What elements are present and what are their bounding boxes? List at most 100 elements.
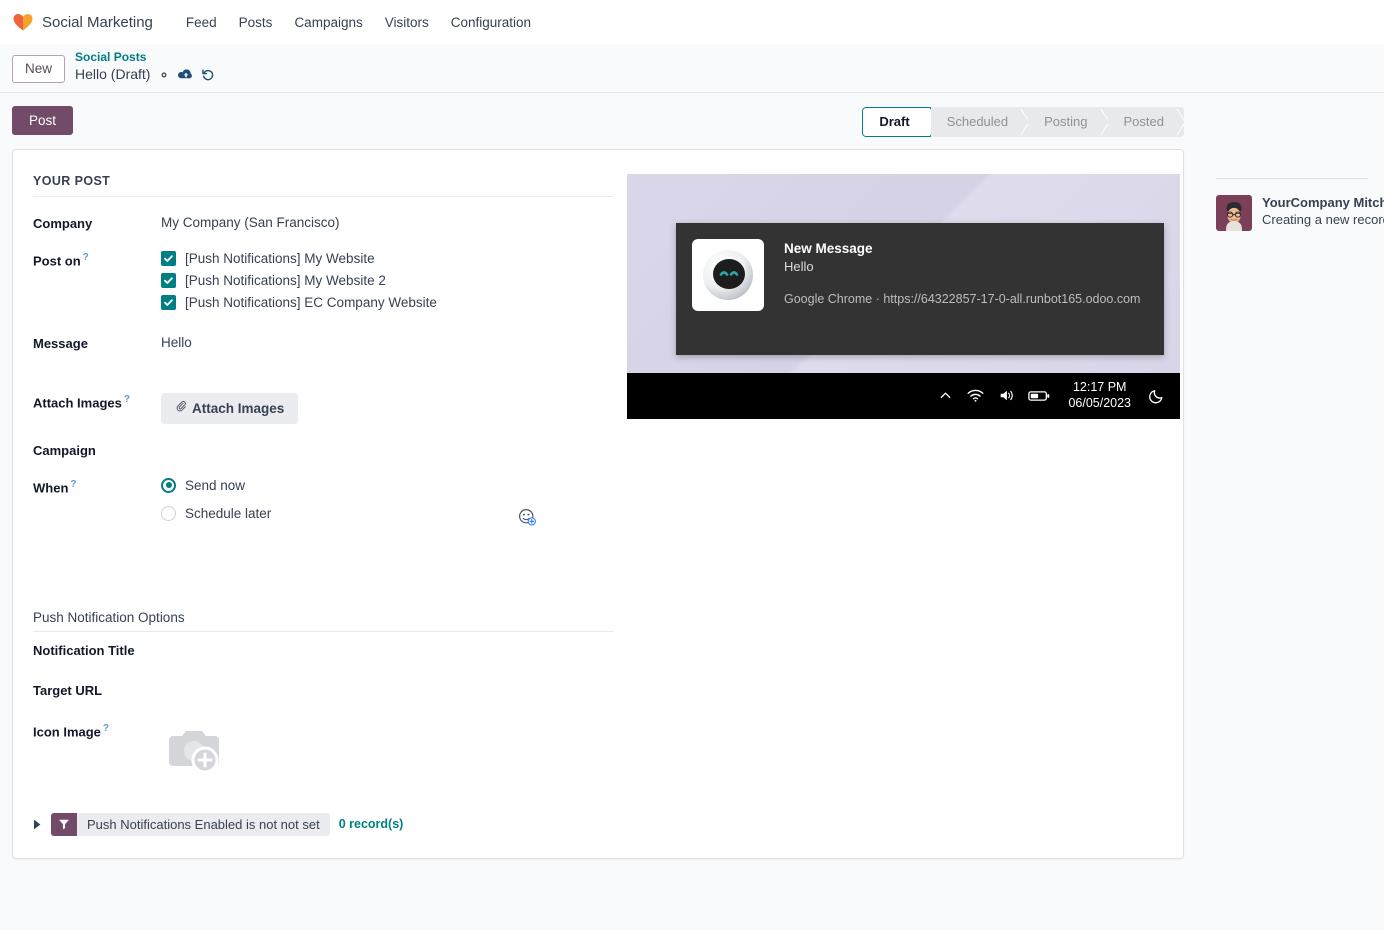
add-emoji-icon[interactable] <box>518 508 538 528</box>
preview-notification-source: Google Chrome · https://64322857-17-0-al… <box>784 291 1141 306</box>
control-panel: New Social Posts Hello (Draft) <box>0 44 1384 93</box>
help-icon-post-on[interactable]: ? <box>83 252 89 263</box>
battery-icon <box>1028 389 1050 403</box>
when-option-send-now-label[interactable]: Send now <box>185 478 245 493</box>
taskbar-date: 06/05/2023 <box>1068 395 1131 410</box>
sheet-wrapper: YOUR POST Company My Company (San Franci… <box>0 148 1384 859</box>
status-step-scheduled[interactable]: Scheduled <box>930 106 1029 137</box>
field-notification-title: Notification Title <box>33 642 613 660</box>
caret-right-icon[interactable] <box>33 819 42 830</box>
filter-strip: Push Notifications Enabled is not not se… <box>33 812 404 836</box>
field-post-on: Post on? [Push Notifications] My Website <box>33 250 613 317</box>
field-target-url-label: Target URL <box>33 682 103 698</box>
app-root: Social Marketing Feed Posts Campaigns Vi… <box>0 0 1384 930</box>
field-icon-image-label-text: Icon Image <box>33 723 101 739</box>
when-option-schedule-later[interactable]: Schedule later <box>161 505 613 521</box>
heart-logo-icon <box>12 11 34 33</box>
push-notification-preview: New Message Hello Google Chrome · https:… <box>627 173 1180 419</box>
group-title-push-options: Push Notification Options <box>33 610 613 632</box>
radio-selected-icon[interactable] <box>161 477 176 493</box>
chevron-up-icon <box>938 388 953 403</box>
filter-chip[interactable]: Push Notifications Enabled is not not se… <box>51 812 330 836</box>
post-on-option-row[interactable]: [Push Notifications] EC Company Website <box>161 294 613 310</box>
status-step-posting-label: Posting <box>1044 114 1088 129</box>
field-campaign: Campaign <box>33 442 613 460</box>
chatter-message: YourCompany Mitchell Admin Creating a ne… <box>1200 179 1384 231</box>
checkbox-checked-icon[interactable] <box>161 294 176 310</box>
post-on-option-label[interactable]: [Push Notifications] EC Company Website <box>185 295 437 310</box>
field-message-value[interactable]: Hello <box>161 335 613 353</box>
attach-images-button[interactable]: Attach Images <box>161 392 299 424</box>
group-title-your-post: YOUR POST <box>33 174 613 197</box>
chatter-message-author: YourCompany Mitchell Admin <box>1262 195 1384 210</box>
cloud-upload-icon[interactable] <box>178 68 194 82</box>
camera-add-icon[interactable] <box>161 730 227 781</box>
moon-do-not-disturb-icon <box>1149 387 1166 404</box>
field-notification-title-label: Notification Title <box>33 642 135 658</box>
field-target-url-value[interactable] <box>161 682 613 700</box>
field-attach-images-control: Attach Images <box>161 392 613 424</box>
radio-unselected-icon[interactable] <box>161 505 176 521</box>
help-icon-icon-image[interactable]: ? <box>103 723 109 734</box>
when-option-send-now[interactable]: Send now <box>161 477 613 493</box>
post-on-option-label[interactable]: [Push Notifications] My Website <box>185 251 375 266</box>
breadcrumb-current-record: Hello (Draft) <box>75 66 151 82</box>
post-on-option-row[interactable]: [Push Notifications] My Website <box>161 250 613 266</box>
wifi-icon <box>967 388 984 403</box>
checkbox-checked-icon[interactable] <box>161 272 176 288</box>
discard-undo-icon[interactable] <box>201 68 215 82</box>
form-left-column: YOUR POST Company My Company (San Franci… <box>33 174 613 838</box>
field-message-label: Message <box>33 335 88 351</box>
field-campaign-label: Campaign <box>33 442 96 458</box>
nav-item-configuration[interactable]: Configuration <box>440 9 542 36</box>
top-navbar: Social Marketing Feed Posts Campaigns Vi… <box>0 0 1384 44</box>
status-step-posted[interactable]: Posted <box>1107 106 1184 137</box>
field-company: Company My Company (San Francisco) <box>33 215 613 233</box>
field-when-label: When? <box>33 478 161 495</box>
attach-images-button-label: Attach Images <box>192 400 285 416</box>
field-post-on-label: Post on? <box>33 251 161 268</box>
user-avatar[interactable] <box>1216 195 1252 231</box>
record-count[interactable]: 0 record(s) <box>339 817 404 831</box>
post-on-option-label[interactable]: [Push Notifications] My Website 2 <box>185 273 386 288</box>
chatter-message-text: Creating a new record... <box>1262 212 1384 227</box>
form-right-column: New Message Hello Google Chrome · https:… <box>613 173 1180 838</box>
nav-item-campaigns[interactable]: Campaigns <box>283 9 373 36</box>
status-step-draft-label: Draft <box>879 114 910 129</box>
help-icon-when[interactable]: ? <box>70 479 76 490</box>
field-icon-image-control <box>161 722 613 781</box>
post-button[interactable]: Post <box>12 106 74 135</box>
nav-item-feed[interactable]: Feed <box>175 9 228 36</box>
breadcrumb-parent-link[interactable]: Social Posts <box>75 50 215 65</box>
chatter-panel: YourCompany Mitchell Admin Creating a ne… <box>1200 100 1384 930</box>
status-step-posting[interactable]: Posting <box>1028 106 1108 137</box>
form-sheet: YOUR POST Company My Company (San Franci… <box>12 148 1184 859</box>
field-attach-images-label-text: Attach Images <box>33 394 122 410</box>
nav-item-posts[interactable]: Posts <box>228 9 284 36</box>
field-notification-title-value[interactable] <box>161 642 613 660</box>
post-on-option-row[interactable]: [Push Notifications] My Website 2 <box>161 272 613 288</box>
odoo-robot-icon <box>692 238 764 311</box>
when-option-schedule-later-label[interactable]: Schedule later <box>185 506 271 521</box>
app-brand-name: Social Marketing <box>42 13 153 31</box>
field-company-label: Company <box>33 215 93 231</box>
funnel-icon <box>51 812 77 836</box>
checkbox-checked-icon[interactable] <box>161 250 176 266</box>
status-step-draft[interactable]: Draft <box>862 106 931 137</box>
preview-notification-body: New Message Hello Google Chrome · https:… <box>784 239 1148 339</box>
help-icon-attach-images[interactable]: ? <box>124 394 130 405</box>
nav-item-visitors[interactable]: Visitors <box>374 9 440 36</box>
field-target-url: Target URL <box>33 682 613 700</box>
field-attach-images: Attach Images? Attach Images <box>33 392 613 424</box>
new-button[interactable]: New <box>12 55 66 84</box>
field-company-value[interactable]: My Company (San Francisco) <box>161 215 613 233</box>
taskbar-clock: 12:17 PM 06/05/2023 <box>1068 380 1131 411</box>
status-bar: Draft Scheduled Posting Posted <box>862 106 1184 137</box>
field-icon-image-label: Icon Image? <box>33 722 161 739</box>
volume-icon <box>998 388 1014 403</box>
gear-icon[interactable] <box>157 68 171 82</box>
status-step-scheduled-label: Scheduled <box>946 114 1009 129</box>
field-campaign-value[interactable] <box>161 442 613 460</box>
preview-taskbar: 12:17 PM 06/05/2023 <box>627 372 1180 419</box>
status-step-posted-label: Posted <box>1123 114 1164 129</box>
